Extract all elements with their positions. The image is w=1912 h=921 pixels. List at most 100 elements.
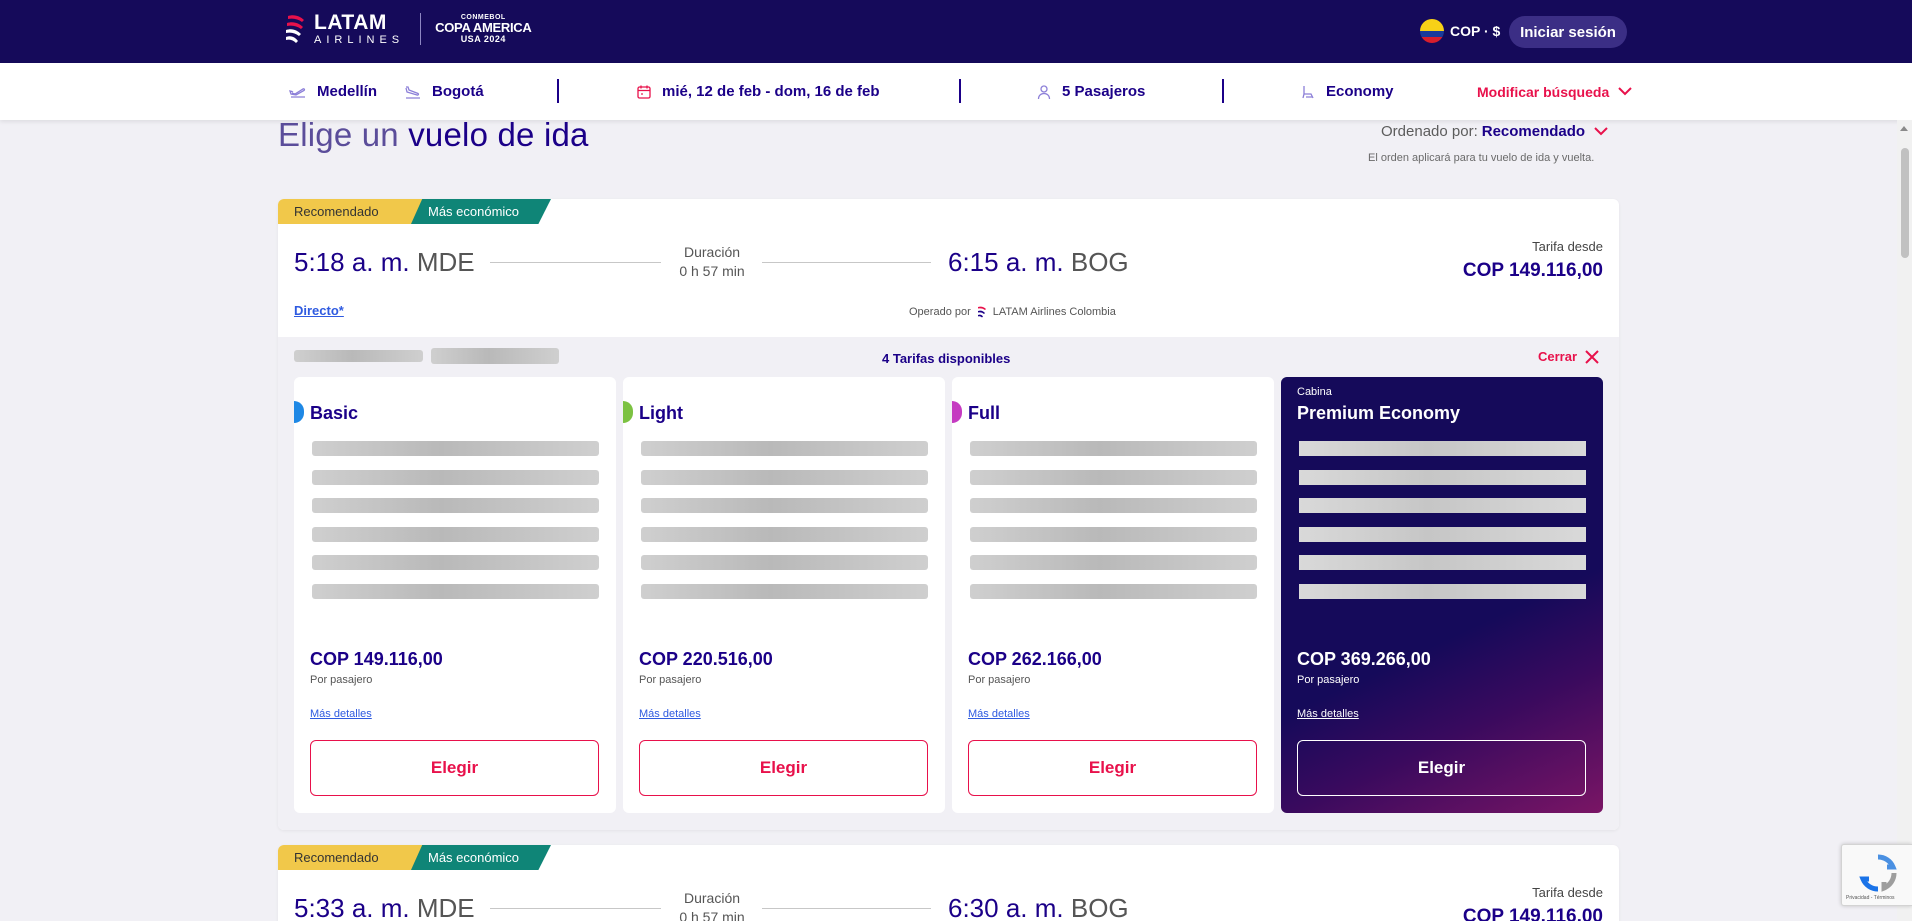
logo-sub-text: AIRLINES	[314, 34, 405, 46]
operator-name: LATAM Airlines Colombia	[992, 306, 1116, 318]
departure-airport-code: MDE	[416, 893, 475, 921]
close-fares-button[interactable]: Cerrar	[1538, 349, 1599, 364]
sort-value: Recomendado	[1481, 123, 1586, 140]
fare-more-details-link[interactable]: Más detalles	[310, 708, 372, 720]
scrollbar-thumb[interactable]	[1901, 148, 1909, 258]
currency-selector[interactable]: COP · $	[1420, 19, 1500, 43]
fare-features-loading	[312, 441, 599, 612]
duration-label: Duración	[683, 244, 741, 260]
fare-color-marker	[294, 401, 304, 423]
dates-item[interactable]: mié, 12 de feb - dom, 16 de feb	[636, 63, 880, 120]
recommended-badge: Recomendado	[278, 199, 423, 224]
top-bar: LATAM AIRLINES CONMEBOL COPA AMERICA USA…	[0, 0, 1912, 63]
fare-per-passenger: Por pasajero	[639, 674, 702, 686]
search-divider	[959, 79, 961, 103]
route-line	[762, 908, 931, 909]
fare-card-light[interactable]: Light COP 220.516,00 Por pasajero Más de…	[623, 377, 945, 813]
departure-time: 5:33 a. m. MDE	[294, 893, 475, 921]
recaptcha-badge[interactable]: Privacidad - Términos	[1841, 844, 1912, 906]
fare-from-label: Tarifa desde	[1532, 885, 1603, 900]
page-scrollbar[interactable]	[1897, 120, 1912, 921]
choose-fare-button[interactable]: Elegir	[310, 740, 599, 796]
search-divider	[557, 79, 559, 103]
arrival-airport-code: BOG	[1070, 893, 1129, 921]
passengers-item[interactable]: 5 Pasajeros	[1036, 63, 1145, 120]
fare-features-loading	[641, 441, 928, 612]
login-button[interactable]: Iniciar sesión	[1509, 16, 1627, 48]
modify-search-button[interactable]: Modificar búsqueda	[1477, 63, 1632, 120]
seat-icon	[1300, 84, 1316, 100]
origin-item[interactable]: Medellín	[289, 63, 377, 120]
logo-main-text: LATAM	[314, 11, 387, 34]
modify-search-label: Modificar búsqueda	[1477, 83, 1610, 100]
fare-from: Tarifa desde COP 149.116,00	[1463, 885, 1603, 921]
fare-color-marker	[623, 401, 633, 423]
departure-airport-code: MDE	[416, 247, 475, 277]
route-line	[762, 262, 931, 263]
sort-note: El orden aplicará para tu vuelo de ida y…	[1368, 152, 1595, 164]
duration: Duración 0 h 57 min	[652, 243, 772, 281]
fare-features-loading	[1299, 441, 1586, 612]
cheapest-badge: Más económico	[411, 845, 551, 870]
chevron-down-icon	[1594, 127, 1608, 136]
dates-label: mié, 12 de feb - dom, 16 de feb	[662, 83, 880, 100]
choose-fare-button[interactable]: Elegir	[639, 740, 928, 796]
cabin-label: Cabina	[1297, 386, 1332, 398]
fare-features-loading	[970, 441, 1257, 612]
fare-price: COP 220.516,00	[639, 649, 773, 669]
fare-more-details-link[interactable]: Más detalles	[639, 708, 701, 720]
fare-per-passenger: Por pasajero	[968, 674, 1031, 686]
arrival-time: 6:15 a. m. BOG	[948, 247, 1129, 278]
fare-more-details-link[interactable]: Más detalles	[1297, 708, 1359, 720]
copa-sub-text: USA 2024	[460, 33, 506, 44]
route-line	[490, 262, 661, 263]
fare-from-price: COP 149.116,00	[1462, 260, 1603, 281]
departure-time-value: 5:18 a. m.	[294, 247, 410, 277]
latam-logo-icon	[284, 12, 308, 46]
fare-per-passenger: Por pasajero	[310, 674, 373, 686]
close-icon	[1585, 349, 1599, 364]
duration-value: 0 h 57 min	[679, 908, 745, 921]
fare-card-full[interactable]: Full COP 262.166,00 Por pasajero Más det…	[952, 377, 1274, 813]
recaptcha-text[interactable]: Privacidad - Términos	[1846, 895, 1895, 901]
arrival-time-value: 6:15 a. m.	[948, 247, 1064, 277]
arrival-time-value: 6:30 a. m.	[948, 893, 1064, 921]
fare-from-price: COP 149.116,00	[1462, 906, 1603, 921]
fare-more-details-link[interactable]: Más detalles	[968, 708, 1030, 720]
recommended-badge: Recomendado	[278, 845, 423, 870]
passengers-label: 5 Pasajeros	[1062, 83, 1146, 100]
latam-logo[interactable]: LATAM AIRLINES CONMEBOL COPA AMERICA USA…	[284, 11, 532, 46]
sort-label: Ordenado por:	[1381, 123, 1478, 140]
landing-icon	[404, 84, 422, 100]
stops-link[interactable]: Directo*	[294, 303, 344, 318]
choose-fare-button[interactable]: Elegir	[1297, 740, 1586, 796]
destination-label: Bogotá	[432, 83, 484, 100]
duration-value: 0 h 57 min	[679, 262, 745, 279]
cheapest-badge: Más económico	[411, 199, 551, 224]
duration-label: Duración	[683, 890, 741, 906]
calendar-icon	[636, 84, 652, 100]
fare-color-marker	[952, 401, 962, 423]
close-label: Cerrar	[1538, 349, 1578, 364]
scroll-up-arrow-icon[interactable]	[1900, 126, 1908, 131]
fare-price: COP 262.166,00	[968, 649, 1102, 669]
origin-label: Medellín	[317, 83, 378, 100]
departure-time: 5:18 a. m. MDE	[294, 247, 475, 278]
fare-name: Premium Economy	[1297, 403, 1461, 423]
search-summary-bar: Medellín Bogotá mié, 12 de feb - dom, 16…	[0, 63, 1912, 120]
fare-from: Tarifa desde COP 149.116,00	[1463, 239, 1603, 282]
page-title-light: Elige un	[278, 116, 399, 153]
fare-card-premium-economy[interactable]: Cabina Premium Economy COP 369.266,00 Po…	[1281, 377, 1603, 813]
operated-by: Operado por LATAM Airlines Colombia	[909, 305, 1116, 319]
flight-card[interactable]: Recomendado Más económico 5:33 a. m. MDE…	[278, 845, 1619, 921]
takeoff-icon	[289, 84, 307, 100]
choose-fare-button[interactable]: Elegir	[968, 740, 1257, 796]
sort-dropdown[interactable]: Ordenado por: Recomendado	[1381, 123, 1608, 140]
fare-name: Basic	[310, 403, 359, 423]
departure-time-value: 5:33 a. m.	[294, 893, 410, 921]
destination-item[interactable]: Bogotá	[404, 63, 484, 120]
cabin-item[interactable]: Economy	[1300, 63, 1394, 120]
fare-card-basic[interactable]: Basic COP 149.116,00 Por pasajero Más de…	[294, 377, 616, 813]
copa-america-logo: CONMEBOL COPA AMERICA USA 2024	[435, 14, 532, 44]
currency-label: COP · $	[1450, 23, 1501, 39]
